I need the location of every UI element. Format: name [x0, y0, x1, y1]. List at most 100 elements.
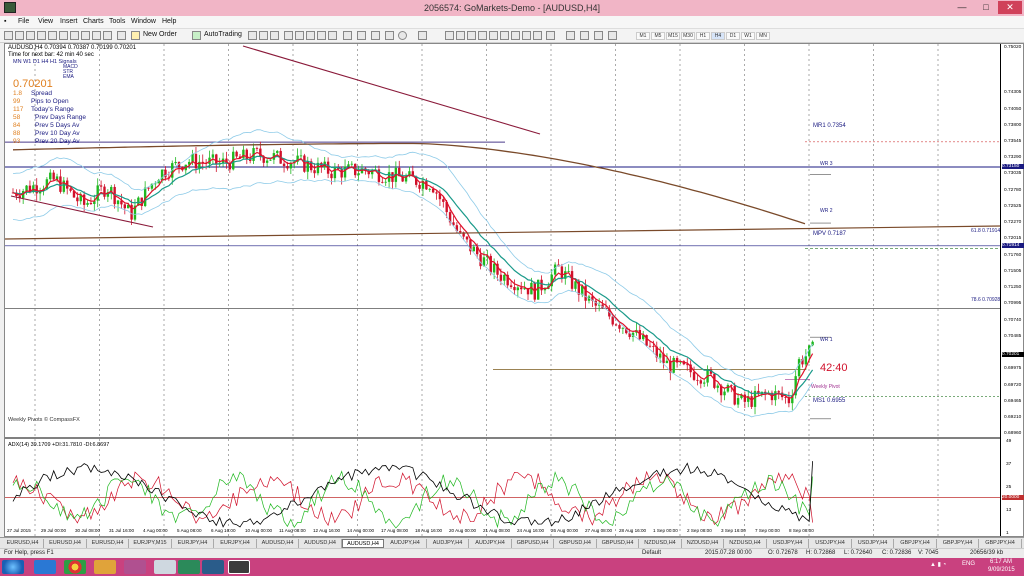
- chart-tab[interactable]: USDJPY,H4: [767, 539, 809, 548]
- timeframe-h4[interactable]: H4: [711, 32, 725, 40]
- chart-tab[interactable]: AUDJPY,H4: [470, 539, 512, 548]
- options-icon[interactable]: [81, 31, 90, 40]
- chart-canvas[interactable]: [5, 44, 1023, 536]
- timeframe-d1[interactable]: D1: [726, 32, 740, 40]
- pointer-icon[interactable]: [445, 31, 454, 40]
- vertical-line-icon[interactable]: [467, 31, 476, 40]
- label-tool-icon[interactable]: [533, 31, 542, 40]
- chart-tab[interactable]: EURUSD,H4: [45, 539, 87, 548]
- price-axis[interactable]: 0.75020 0.74305 0.74050 0.73800 0.73545 0.732…: [1000, 44, 1024, 536]
- app-icon-d[interactable]: [202, 560, 224, 574]
- chart-tab[interactable]: NZDUSD,H4: [725, 539, 767, 548]
- chart-tab[interactable]: GBPJPY,H4: [980, 539, 1022, 548]
- new-order-button[interactable]: New Order: [143, 31, 177, 41]
- profiles-icon[interactable]: [15, 31, 24, 40]
- cursor-icon[interactable]: [385, 31, 394, 40]
- terminal-icon[interactable]: [59, 31, 68, 40]
- bar-chart-icon[interactable]: [248, 31, 257, 40]
- chart-tab[interactable]: AUDUSD,H4: [300, 539, 342, 548]
- file-explorer-icon[interactable]: [94, 560, 116, 574]
- chart-tab[interactable]: EURJPY,H4: [215, 539, 257, 548]
- drawing-2-icon[interactable]: [580, 31, 589, 40]
- chart-tab[interactable]: GBPUSD,H4: [597, 539, 639, 548]
- new-order-icon[interactable]: [131, 31, 140, 40]
- chart-tab[interactable]: USDJPY,H4: [852, 539, 894, 548]
- zoom-out-icon[interactable]: [295, 31, 304, 40]
- periods-icon[interactable]: [357, 31, 366, 40]
- chart-tab[interactable]: GBPJPY,H4: [895, 539, 937, 548]
- metatrader-taskbar-icon[interactable]: [228, 560, 250, 574]
- timeframe-mn[interactable]: MN: [756, 32, 770, 40]
- chart-tab[interactable]: GBPUSD,H4: [555, 539, 597, 548]
- menu-charts[interactable]: Charts: [83, 18, 104, 25]
- app-icon-a[interactable]: [124, 560, 146, 574]
- chart-window[interactable]: AUDUSD,H4 0.70394 0.70387 0.70199 0.7020…: [4, 43, 1024, 537]
- crosshair-tool-icon[interactable]: [456, 31, 465, 40]
- horizontal-line-icon[interactable]: [478, 31, 487, 40]
- meta-editor-icon[interactable]: [117, 31, 126, 40]
- candlestick-icon[interactable]: [259, 31, 268, 40]
- chart-tab[interactable]: AUDUSD,H4: [342, 539, 384, 548]
- close-button[interactable]: ✕: [998, 1, 1022, 14]
- minimize-button[interactable]: —: [950, 1, 974, 14]
- data-window-icon[interactable]: [37, 31, 46, 40]
- navigator-icon[interactable]: [48, 31, 57, 40]
- chart-tab[interactable]: EURJPY,H4: [172, 539, 214, 548]
- text-tool-icon[interactable]: [522, 31, 531, 40]
- timeframe-h1[interactable]: H1: [696, 32, 710, 40]
- tile-icon[interactable]: [306, 31, 315, 40]
- tray-clock-time[interactable]: 6:17 AM: [990, 559, 1012, 565]
- start-button[interactable]: [2, 560, 24, 574]
- crosshair-icon[interactable]: [418, 31, 427, 40]
- chart-tab[interactable]: AUDJPY,H4: [385, 539, 427, 548]
- equidistant-channel-icon[interactable]: [500, 31, 509, 40]
- menu-view[interactable]: View: [38, 18, 53, 25]
- tray-icons[interactable]: ▲ ▮ ◔: [930, 561, 946, 568]
- chart-tab[interactable]: GBPJPY,H4: [937, 539, 979, 548]
- maximize-button[interactable]: □: [974, 1, 998, 14]
- chrome-icon[interactable]: [64, 560, 86, 574]
- chart-tab[interactable]: NZDUSD,H4: [682, 539, 724, 548]
- timeframe-m30[interactable]: M30: [681, 32, 695, 40]
- line-chart-icon[interactable]: [270, 31, 279, 40]
- chart-tab[interactable]: GBPUSD,H4: [512, 539, 554, 548]
- tray-clock-date[interactable]: 9/09/2015: [988, 567, 1015, 573]
- drawing-1-icon[interactable]: [566, 31, 575, 40]
- drawing-3-icon[interactable]: [594, 31, 603, 40]
- tester-icon[interactable]: [70, 31, 79, 40]
- chart-tab[interactable]: NZDUSD,H4: [640, 539, 682, 548]
- zoom-in-icon[interactable]: [284, 31, 293, 40]
- chart-shift-icon[interactable]: [328, 31, 337, 40]
- menu-file[interactable]: File: [18, 18, 29, 25]
- app-icon-b[interactable]: [154, 560, 176, 574]
- fibonacci-icon[interactable]: [511, 31, 520, 40]
- timeframe-w1[interactable]: W1: [741, 32, 755, 40]
- chart-tab[interactable]: USDJPY,H4: [810, 539, 852, 548]
- chart-tab[interactable]: AUDJPY,H4: [427, 539, 469, 548]
- drawing-4-icon[interactable]: [608, 31, 617, 40]
- tray-language[interactable]: ENG: [962, 561, 975, 567]
- indicators-icon[interactable]: [343, 31, 352, 40]
- history-icon[interactable]: [92, 31, 101, 40]
- market-watch-icon[interactable]: [26, 31, 35, 40]
- trendline-icon[interactable]: [489, 31, 498, 40]
- menu-help[interactable]: Help: [162, 18, 176, 25]
- templates-icon[interactable]: [371, 31, 380, 40]
- new-chart-icon[interactable]: [4, 31, 13, 40]
- chart-tab[interactable]: EURJPY,M15: [130, 539, 172, 548]
- timeframe-m15[interactable]: M15: [666, 32, 680, 40]
- menu-window[interactable]: Window: [131, 18, 156, 25]
- arrow-tool-icon[interactable]: [546, 31, 555, 40]
- options-circle-icon[interactable]: [398, 31, 407, 40]
- chart-tab[interactable]: AUDUSD,H4: [257, 539, 299, 548]
- chart-tab[interactable]: EURUSD,H4: [87, 539, 129, 548]
- menu-tools[interactable]: Tools: [109, 18, 125, 25]
- timeframe-m1[interactable]: M1: [636, 32, 650, 40]
- chart-tab[interactable]: EURUSD,H4: [2, 539, 44, 548]
- ie-icon[interactable]: [34, 560, 56, 574]
- favorites-icon[interactable]: [103, 31, 112, 40]
- autotrading-icon[interactable]: [192, 31, 201, 40]
- timeframe-m5[interactable]: M5: [651, 32, 665, 40]
- autotrading-button[interactable]: AutoTrading: [204, 31, 242, 41]
- app-icon-c[interactable]: [178, 560, 200, 574]
